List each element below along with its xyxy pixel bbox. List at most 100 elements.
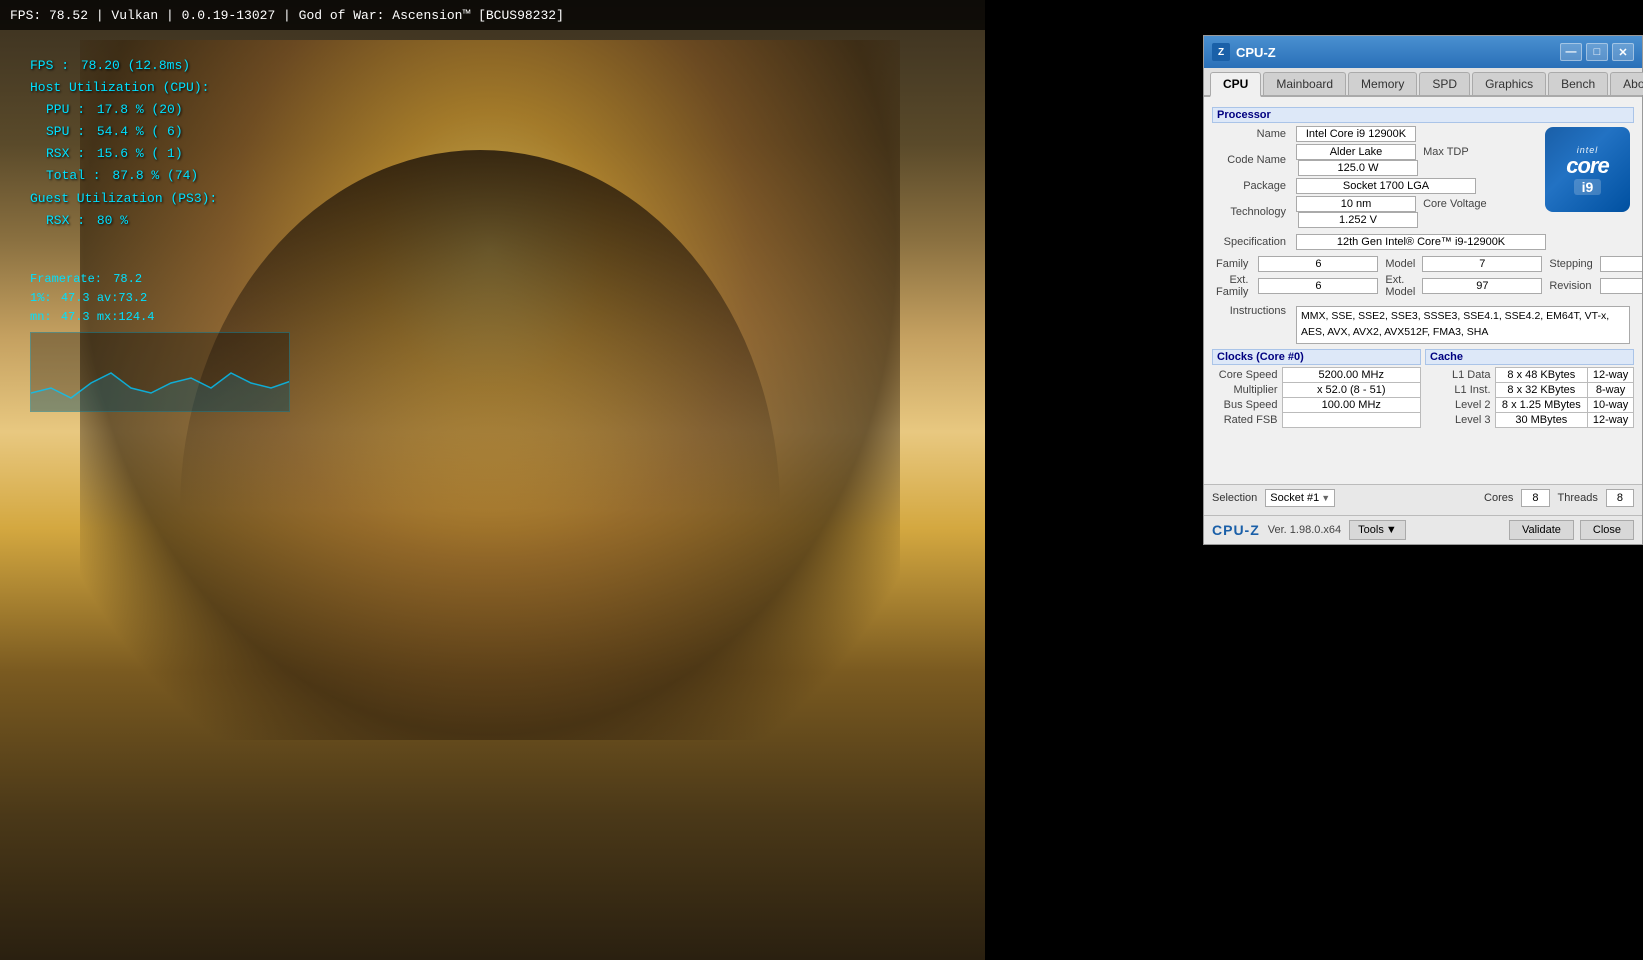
guest-rsx-value: 80 % (97, 213, 128, 228)
l1-inst-value: 8 x 32 KBytes (1495, 382, 1588, 397)
codename-row: Code Name Alder Lake Max TDP 125.0 W (1212, 143, 1537, 177)
fps-title-bar: FPS: 78.52 | Vulkan | 0.0.19-13027 | God… (0, 0, 985, 30)
revision-label: Revision (1546, 273, 1595, 299)
host-util-header: Host Utilization (CPU): (30, 77, 310, 99)
selection-label: Selection (1212, 492, 1257, 504)
l1-inst-row: L1 Inst. 8 x 32 KBytes 8-way (1425, 382, 1634, 397)
bus-speed-value: 100.00 MHz (1282, 397, 1421, 412)
level3-way: 12-way (1588, 412, 1634, 427)
name-label: Name (1212, 125, 1292, 143)
rated-fsb-row: Rated FSB (1212, 412, 1421, 427)
codename-value-box: Alder Lake (1296, 144, 1416, 160)
level2-row: Level 2 8 x 1.25 MBytes 10-way (1425, 397, 1634, 412)
total-value: 87.8 % (74) (112, 168, 198, 183)
instructions-value: MMX, SSE, SSE2, SSE3, SSSE3, SSE4.1, SSE… (1292, 303, 1634, 345)
sparkline-graph (30, 332, 290, 412)
tab-cpu[interactable]: CPU (1210, 72, 1261, 97)
family-table: Family 6 Model 7 Stepping 2 Ext. Family … (1212, 255, 1642, 299)
window-titlebar: Z CPU-Z — □ ✕ (1204, 36, 1642, 68)
guest-rsx-label: RSX : (46, 213, 85, 228)
cache-header: Cache (1425, 349, 1634, 365)
fps-value: 78.20 (12.8ms) (81, 58, 190, 73)
core-speed-value: 5200.00 MHz (1282, 367, 1421, 382)
codename-label: Code Name (1212, 143, 1292, 177)
level2-way: 10-way (1588, 397, 1634, 412)
maximize-button[interactable]: □ (1586, 43, 1608, 61)
game-background: FPS: 78.52 | Vulkan | 0.0.19-13027 | God… (0, 0, 985, 960)
ext-family-row: Ext. Family 6 Ext. Model 97 Revision C0 (1212, 273, 1642, 299)
ext-model-value-box: 97 (1422, 278, 1542, 294)
intel-brand-text: intel (1577, 145, 1599, 155)
intel-i9-badge: i9 (1574, 179, 1602, 195)
processor-section-header: Processor (1212, 107, 1634, 123)
minimize-button[interactable]: — (1560, 43, 1582, 61)
specification-value-box: 12th Gen Intel® Core™ i9-12900K (1296, 234, 1546, 250)
selection-row: Selection Socket #1 ▼ Cores 8 Threads 8 (1212, 489, 1634, 507)
technology-value: 10 nm Core Voltage 1.252 V (1292, 195, 1537, 229)
fps-bar-text: FPS: 78.52 | Vulkan | 0.0.19-13027 | God… (10, 8, 564, 23)
clocks-header: Clocks (Core #0) (1212, 349, 1421, 365)
tab-graphics[interactable]: Graphics (1472, 72, 1546, 95)
ext-family-value: 6 (1254, 273, 1382, 299)
tab-mainboard[interactable]: Mainboard (1263, 72, 1346, 95)
cache-table: L1 Data 8 x 48 KBytes 12-way L1 Inst. 8 … (1425, 367, 1634, 428)
specification-value: 12th Gen Intel® Core™ i9-12900K (1292, 233, 1634, 251)
rated-fsb-value (1282, 412, 1421, 427)
level2-value: 8 x 1.25 MBytes (1495, 397, 1588, 412)
instructions-value-box: MMX, SSE, SSE2, SSE3, SSSE3, SSE4.1, SSE… (1296, 306, 1630, 344)
technology-value-box: 10 nm (1296, 196, 1416, 212)
name-value-box: Intel Core i9 12900K (1296, 126, 1416, 142)
l1-inst-label: L1 Inst. (1425, 382, 1495, 397)
stepping-label: Stepping (1546, 255, 1595, 273)
cpuz-window: Z CPU-Z — □ ✕ CPU Mainboard Memory SPD G… (1203, 35, 1643, 545)
specification-table: Specification 12th Gen Intel® Core™ i9-1… (1212, 233, 1634, 251)
package-value: Socket 1700 LGA (1292, 177, 1537, 195)
selection-dropdown[interactable]: Socket #1 ▼ (1265, 489, 1335, 507)
close-button[interactable]: Close (1580, 520, 1634, 540)
core-speed-label: Core Speed (1212, 367, 1282, 382)
family-value: 6 (1254, 255, 1382, 273)
framerate-line: Framerate: 78.2 (30, 270, 310, 289)
processor-name-table: Name Intel Core i9 12900K Code Name Alde… (1212, 125, 1537, 229)
instructions-label: Instructions (1212, 303, 1292, 345)
clocks-cache-area: Clocks (Core #0) Core Speed 5200.00 MHz … (1212, 349, 1634, 428)
fps-line: FPS : 78.20 (12.8ms) (30, 55, 310, 77)
l1-inst-way: 8-way (1588, 382, 1634, 397)
validate-button[interactable]: Validate (1509, 520, 1574, 540)
min-max-line: mn: 47.3 mx:124.4 (30, 308, 310, 327)
name-value: Intel Core i9 12900K (1292, 125, 1537, 143)
tools-button[interactable]: Tools ▼ (1349, 520, 1406, 540)
cache-column: Cache L1 Data 8 x 48 KBytes 12-way L1 In… (1425, 349, 1634, 428)
l1-data-row: L1 Data 8 x 48 KBytes 12-way (1425, 367, 1634, 382)
technology-row: Technology 10 nm Core Voltage 1.252 V (1212, 195, 1537, 229)
stats-overlay: FPS : 78.20 (12.8ms) Host Utilization (C… (30, 55, 310, 232)
bottom-section: Selection Socket #1 ▼ Cores 8 Threads 8 (1204, 484, 1642, 515)
multiplier-row: Multiplier x 52.0 (8 - 51) (1212, 382, 1421, 397)
max-tdp-value: 125.0 W (1298, 160, 1418, 176)
intel-core-text: core (1566, 155, 1608, 177)
dropdown-arrow-icon: ▼ (1321, 493, 1330, 503)
clocks-table: Core Speed 5200.00 MHz Multiplier x 52.0… (1212, 367, 1421, 428)
close-window-button[interactable]: ✕ (1612, 43, 1634, 61)
processor-info-area: Name Intel Core i9 12900K Code Name Alde… (1212, 125, 1634, 233)
core-voltage-label: Core Voltage (1423, 198, 1487, 210)
selection-value: Socket #1 (1270, 492, 1319, 504)
tab-bench[interactable]: Bench (1548, 72, 1608, 95)
stepping-value-box: 2 (1600, 256, 1642, 272)
bus-speed-label: Bus Speed (1212, 397, 1282, 412)
cores-value: 8 (1521, 489, 1549, 507)
package-value-box: Socket 1700 LGA (1296, 178, 1476, 194)
cpu-tab-content: Processor Name Intel Core i9 12900K Code… (1204, 97, 1642, 484)
multiplier-value: x 52.0 (8 - 51) (1282, 382, 1421, 397)
multiplier-label: Multiplier (1212, 382, 1282, 397)
package-row: Package Socket 1700 LGA (1212, 177, 1537, 195)
tab-memory[interactable]: Memory (1348, 72, 1417, 95)
rsx-value: 15.6 % ( 1) (97, 146, 183, 161)
technology-label: Technology (1212, 195, 1292, 229)
graph-overlay: Framerate: 78.2 1%: 47.3 av:73.2 mn: 47.… (30, 270, 310, 412)
tab-spd[interactable]: SPD (1419, 72, 1470, 95)
threads-value: 8 (1606, 489, 1634, 507)
framerate-value: 78.2 (113, 272, 142, 286)
min-max-value: 47.3 mx:124.4 (61, 310, 155, 324)
tab-about[interactable]: About (1610, 72, 1643, 95)
